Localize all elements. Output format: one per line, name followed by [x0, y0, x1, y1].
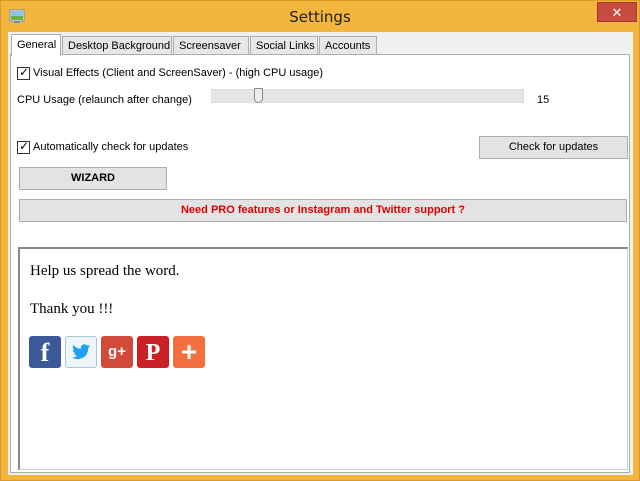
pro-features-button[interactable]: Need PRO features or Instagram and Twitt…: [19, 199, 627, 222]
twitter-icon[interactable]: [65, 336, 97, 368]
share-panel: Help us spread the word. Thank you !!! f…: [18, 247, 628, 470]
client-area: General Desktop Background Screensaver S…: [8, 32, 633, 475]
share-message: Help us spread the word.: [30, 263, 180, 279]
cpu-usage-value: 15: [537, 94, 550, 106]
auto-update-checkbox[interactable]: ✓: [17, 139, 30, 154]
close-icon: ✕: [611, 5, 623, 20]
visual-effects-label: Visual Effects (Client and ScreenSaver) …: [33, 67, 324, 79]
tab-desktop-background[interactable]: Desktop Background: [62, 36, 172, 55]
tab-general[interactable]: General: [11, 34, 61, 56]
thank-you-message: Thank you !!!: [30, 301, 114, 317]
pinterest-icon[interactable]: P: [137, 336, 169, 368]
google-plus-icon[interactable]: g+: [101, 336, 133, 368]
settings-window: Settings ✕ General Desktop Background Sc…: [0, 0, 640, 481]
general-panel: ✓ Visual Effects (Client and ScreenSaver…: [10, 54, 630, 473]
wizard-button[interactable]: WIZARD: [19, 167, 167, 190]
twitter-bird-icon: [72, 344, 90, 360]
add-more-icon[interactable]: +: [173, 336, 205, 368]
title-bar[interactable]: Settings ✕: [1, 1, 639, 32]
visual-effects-checkbox[interactable]: ✓: [17, 65, 30, 80]
auto-update-label: Automatically check for updates: [33, 141, 189, 153]
checkmark-icon: ✓: [19, 65, 30, 79]
window-title: Settings: [289, 8, 351, 26]
cpu-usage-label: CPU Usage (relaunch after change): [17, 94, 192, 106]
check-updates-button[interactable]: Check for updates: [479, 136, 628, 159]
facebook-icon[interactable]: f: [29, 336, 61, 368]
checkmark-icon: ✓: [19, 139, 30, 153]
tab-screensaver[interactable]: Screensaver: [173, 36, 249, 55]
tab-social-links[interactable]: Social Links: [250, 36, 318, 55]
close-button[interactable]: ✕: [597, 2, 637, 22]
tab-accounts[interactable]: Accounts: [319, 36, 377, 55]
cpu-usage-slider-thumb[interactable]: [254, 88, 263, 103]
